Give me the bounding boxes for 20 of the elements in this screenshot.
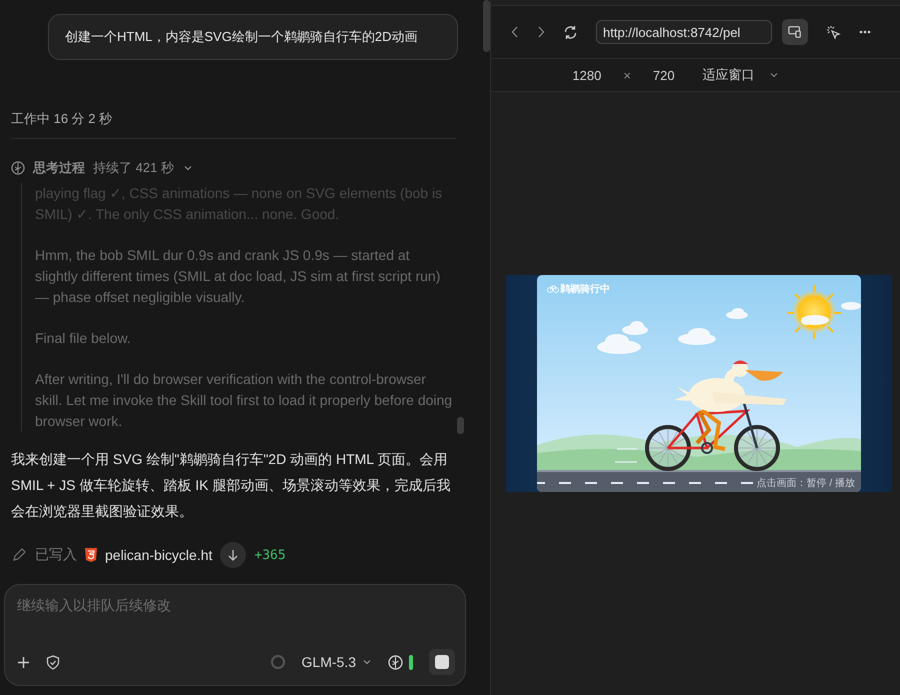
- user-message: 创建一个HTML，内容是SVG绘制一个鹈鹕骑自行车的2D动画: [48, 14, 458, 60]
- thinking-paragraph: After writing, I'll do browser verification with the control-browser skill. Let me invoke the Skill tool first to load it properly before doing browser work.: [35, 370, 454, 431]
- working-status: 工作中 16 分 2 秒: [11, 110, 456, 139]
- lines-added: +365: [254, 548, 286, 562]
- file-link[interactable]: pelican-bicycle.ht: [105, 547, 212, 563]
- thinking-duration: 持续了 421 秒: [93, 159, 174, 177]
- model-selector[interactable]: GLM-5.3: [302, 654, 372, 670]
- zoom-selector[interactable]: 适应窗口: [702, 66, 779, 84]
- assistant-message: 我来创建一个用 SVG 绘制"鹈鹕骑自行车"2D 动画的 HTML 页面。会用 SMIL + JS 做车轮旋转、踏板 IK 腿部动画、场景滚动等效果，完成后我会在浏览器里截图验证效果。: [11, 450, 452, 521]
- preview-title: 鹈鹕骑行中: [560, 282, 610, 296]
- thinking-paragraph: Final file below.: [35, 329, 132, 348]
- message-input[interactable]: 继续输入以排队后续修改: [17, 597, 455, 613]
- written-label: 已写入: [35, 546, 77, 564]
- thinking-paragraph: Hmm, the bob SMIL dur 0.9s and crank JS 0.9s — started at slightly different times (SMIL at doc load, JS sim at first script run) — phase offset negligible visually.: [35, 246, 442, 307]
- viewport-width[interactable]: 1280: [572, 68, 602, 82]
- times-sign: ×: [623, 68, 631, 82]
- preview-hint: 点击画面：暂停 / 播放: [756, 476, 855, 490]
- url-field[interactable]: http://localhost:8742/pel: [596, 20, 772, 44]
- viewport-height[interactable]: 720: [652, 68, 675, 82]
- thinking-title[interactable]: 思考过程: [33, 159, 85, 177]
